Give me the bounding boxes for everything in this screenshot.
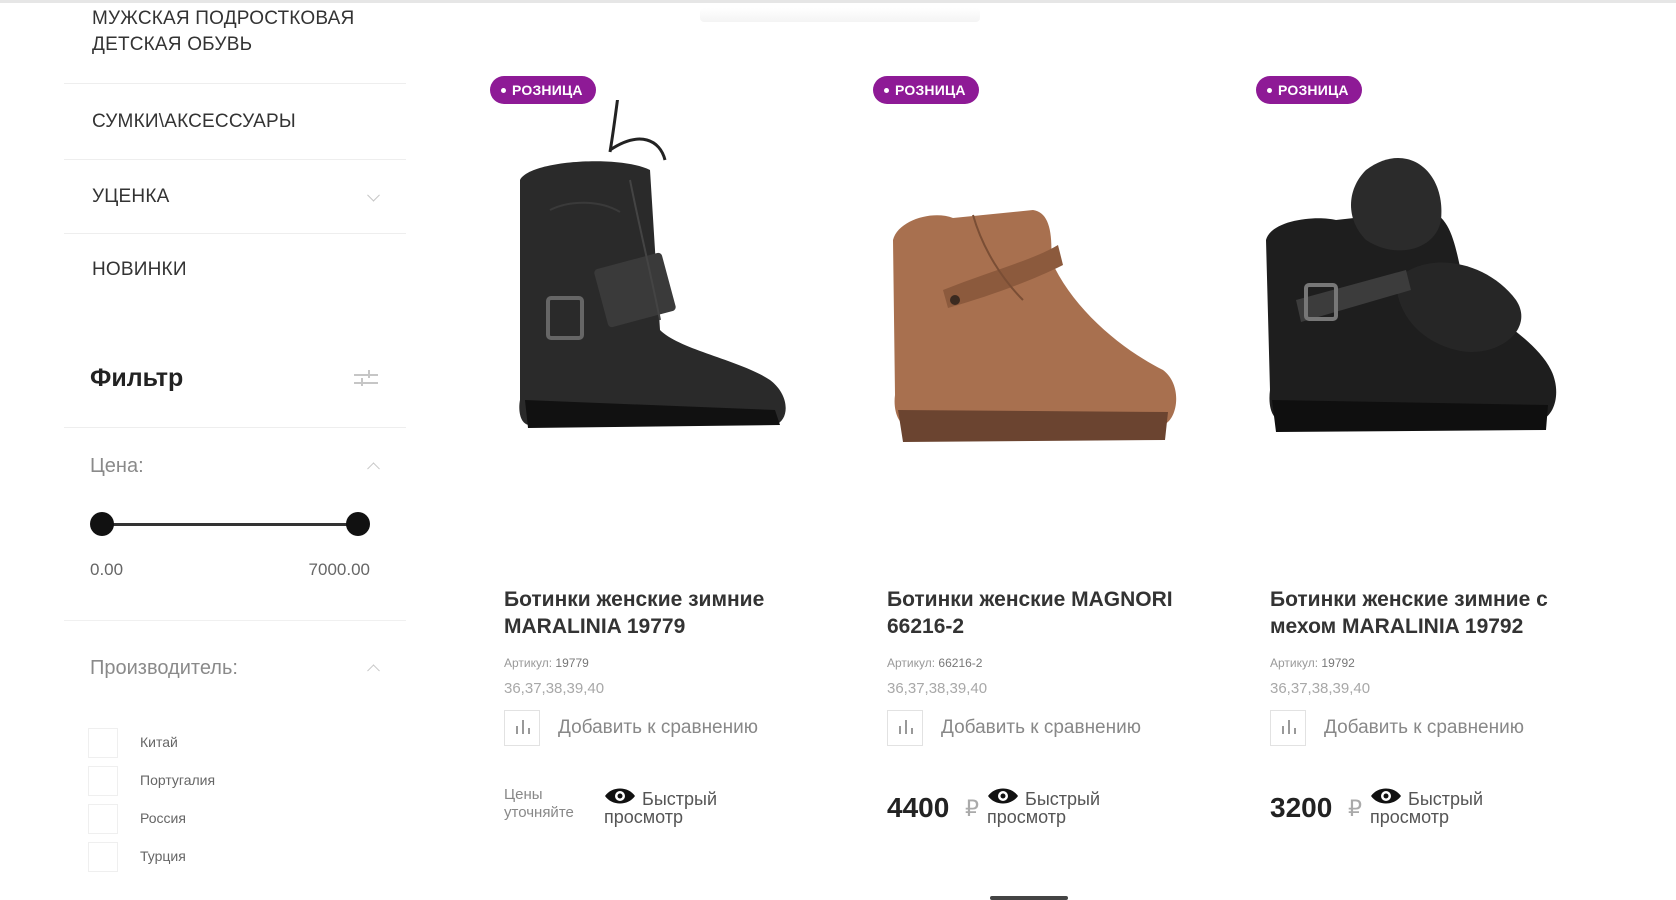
maker-label: Производитель: [90, 657, 238, 679]
article-value: 19792 [1321, 656, 1355, 670]
add-to-compare-button[interactable]: Добавить к сравнению [887, 710, 1207, 746]
product-card[interactable]: РОЗНИЦА Ботинки женские зимние с мехом M… [1248, 66, 1588, 856]
currency-symbol: ₽ [965, 796, 979, 821]
product-sizes: 36,37,38,39,40 [1270, 680, 1371, 697]
sliders-icon[interactable] [354, 370, 378, 388]
compare-icon[interactable] [504, 710, 540, 746]
top-search-shadow [700, 8, 980, 22]
chevron-up-icon[interactable] [367, 462, 380, 476]
sidebar-item-label: МУЖСКАЯ ПОДРОСТКОВАЯ ДЕТСКАЯ ОБУВЬ [92, 8, 355, 55]
maker-option[interactable]: Россия [88, 800, 388, 838]
product-sizes: 36,37,38,39,40 [887, 680, 988, 697]
sidebar-item-label: СУМКИ\АКСЕССУАРЫ [92, 111, 296, 132]
price-note: Цены уточняйте [504, 786, 574, 821]
sidebar-item-mens-teen-kids[interactable]: МУЖСКАЯ ПОДРОСТКОВАЯ ДЕТСКАЯ ОБУВЬ [64, 6, 406, 84]
slider-track [102, 523, 358, 526]
price-min-value: 0.00 [90, 560, 124, 579]
compare-label: Добавить к сравнению [558, 717, 758, 738]
product-title[interactable]: Ботинки женские MAGNORI 66216-2 [887, 586, 1197, 640]
product-title[interactable]: Ботинки женские зимние с мехом MARALINIA… [1270, 586, 1580, 640]
article-label: Артикул: [504, 656, 553, 670]
compare-icon[interactable] [1270, 710, 1306, 746]
price-value: 3200 [1270, 792, 1333, 823]
slider-min-handle[interactable] [90, 512, 114, 536]
article-value: 66216-2 [938, 656, 983, 670]
sidebar-item-new[interactable]: НОВИНКИ [64, 234, 406, 306]
maker-name: Китай [140, 734, 178, 750]
price-label: Цена: [90, 455, 144, 477]
checkbox[interactable] [88, 842, 118, 872]
badge-label: РОЗНИЦА [895, 82, 966, 98]
chevron-down-icon[interactable] [367, 188, 380, 202]
product-sizes: 36,37,38,39,40 [504, 680, 605, 697]
quick-view-label: Быстрый просмотр [987, 789, 1100, 827]
maker-option[interactable]: Португалия [88, 762, 388, 800]
sidebar-item-bags-accessories[interactable]: СУМКИ\АКСЕССУАРЫ [64, 84, 406, 160]
checkbox[interactable] [88, 728, 118, 758]
compare-label: Добавить к сравнению [1324, 717, 1524, 738]
checkbox[interactable] [88, 804, 118, 834]
quick-view-label: Быстрый просмотр [1370, 789, 1483, 827]
chevron-up-icon[interactable] [367, 664, 380, 678]
product-article: Артикул: 19792 [1270, 656, 1355, 670]
maker-name: Португалия [140, 772, 216, 788]
quick-view-label: Быстрый просмотр [604, 789, 717, 827]
price-row: Цены уточняйте Быстрый просмотр [504, 784, 834, 830]
price-filter-header[interactable]: Цена: [64, 446, 406, 486]
sidebar-item-label: НОВИНКИ [92, 259, 187, 280]
boot-image [893, 210, 1177, 442]
price-row: 4400 ₽ Быстрый просмотр [887, 784, 1217, 830]
maker-filter-header[interactable]: Производитель: [64, 648, 406, 688]
price-value: 4400 [887, 792, 950, 823]
article-label: Артикул: [887, 656, 936, 670]
product-article: Артикул: 19779 [504, 656, 589, 670]
sidebar-item-sale[interactable]: УЦЕНКА [64, 160, 406, 234]
badge-label: РОЗНИЦА [1278, 82, 1349, 98]
filter-header: Фильтр [64, 348, 406, 428]
boot-image [1266, 158, 1557, 432]
product-image[interactable] [1256, 100, 1586, 530]
compare-icon[interactable] [887, 710, 923, 746]
checkbox[interactable] [88, 766, 118, 796]
maker-list: Китай Португалия Россия Турция [88, 724, 388, 876]
price-max-value: 7000.00 [308, 560, 370, 579]
scroll-indicator [990, 896, 1068, 900]
compare-label: Добавить к сравнению [941, 717, 1141, 738]
sidebar: МУЖСКАЯ ПОДРОСТКОВАЯ ДЕТСКАЯ ОБУВЬ СУМКИ… [64, 0, 406, 900]
add-to-compare-button[interactable]: Добавить к сравнению [504, 710, 824, 746]
boot-image [519, 100, 786, 428]
product-card[interactable]: РОЗНИЦА Ботинки женские зимние MARALINIA… [482, 66, 822, 856]
price-row: 3200 ₽ Быстрый просмотр [1270, 784, 1600, 830]
badge-label: РОЗНИЦА [512, 82, 583, 98]
maker-option[interactable]: Китай [88, 724, 388, 762]
price-range-slider[interactable] [90, 512, 370, 536]
article-label: Артикул: [1270, 656, 1319, 670]
maker-name: Турция [140, 848, 186, 864]
product-article: Артикул: 66216-2 [887, 656, 982, 670]
maker-name: Россия [140, 810, 186, 826]
add-to-compare-button[interactable]: Добавить к сравнению [1270, 710, 1590, 746]
divider [64, 620, 406, 621]
product-card[interactable]: РОЗНИЦА Ботинки женские MAGNORI 66216-2 … [865, 66, 1205, 856]
product-image[interactable] [490, 100, 820, 530]
article-value: 19779 [555, 656, 589, 670]
sidebar-item-label: УЦЕНКА [92, 186, 170, 207]
product-title[interactable]: Ботинки женские зимние MARALINIA 19779 [504, 586, 814, 640]
currency-symbol: ₽ [1348, 796, 1362, 821]
maker-option[interactable]: Турция [88, 838, 388, 876]
slider-max-handle[interactable] [346, 512, 370, 536]
product-image[interactable] [873, 100, 1203, 530]
